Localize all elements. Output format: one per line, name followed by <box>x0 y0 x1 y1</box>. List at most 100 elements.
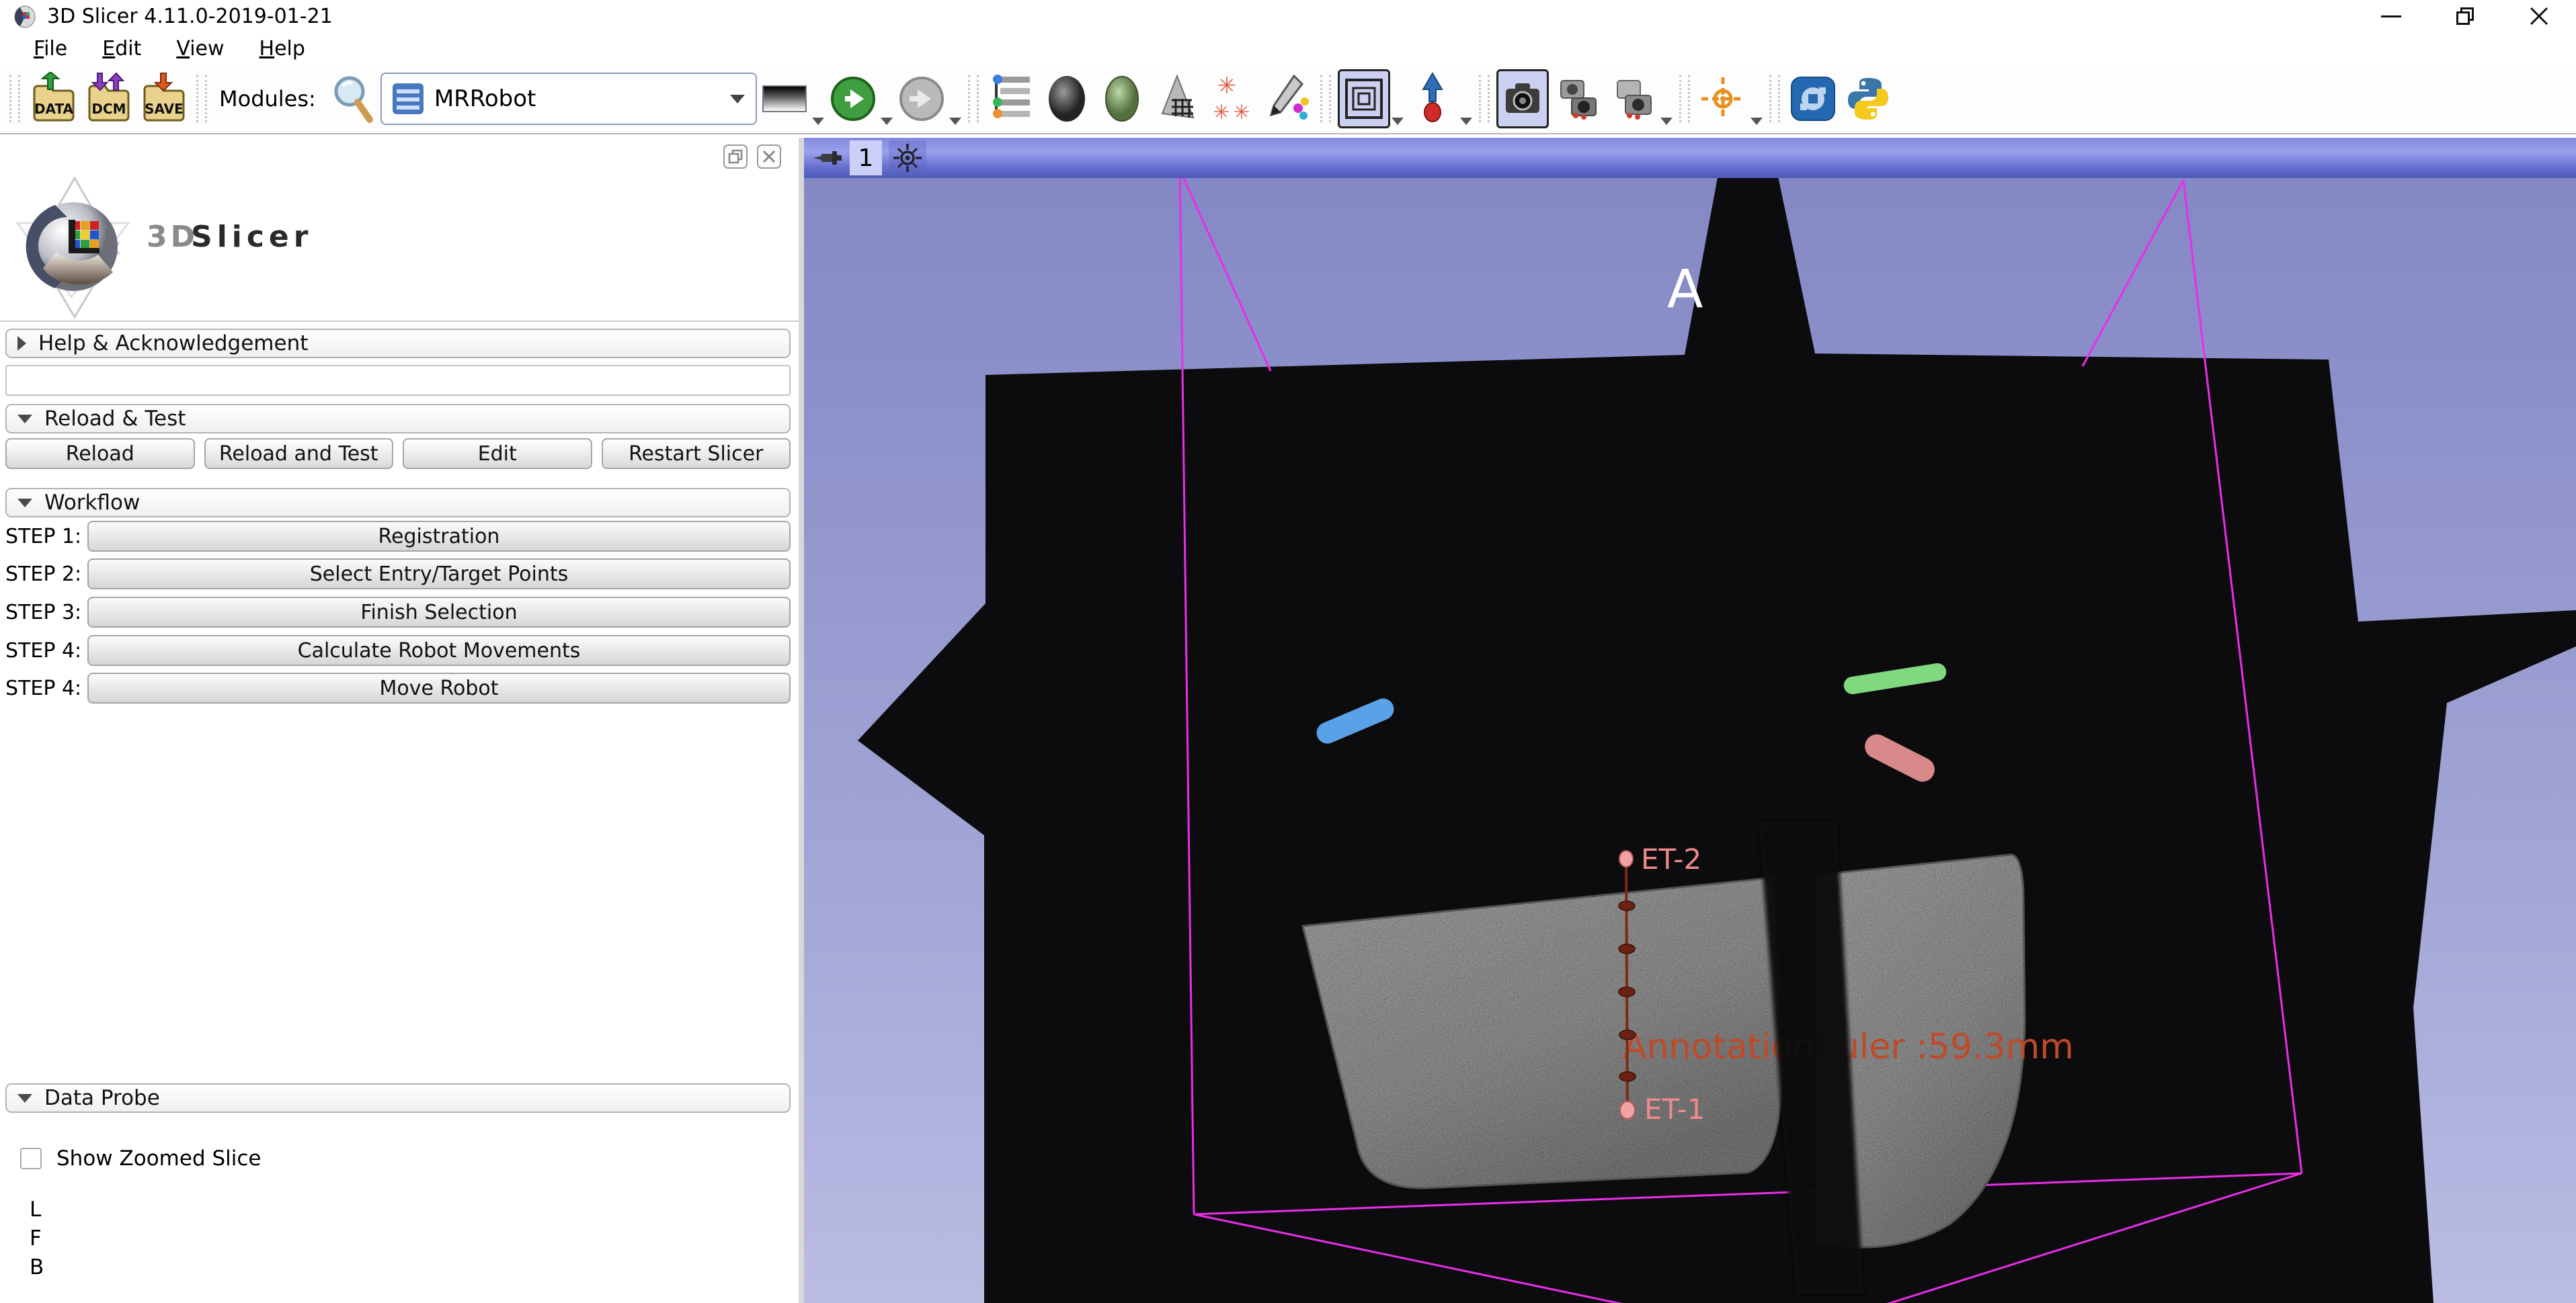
svg-text:✳: ✳ <box>1213 101 1230 124</box>
view-controls-button[interactable] <box>889 140 926 175</box>
section-help-acknowledgement[interactable]: Help & Acknowledgement <box>5 329 791 358</box>
toolbar-grip[interactable] <box>9 75 20 122</box>
scene-view-capture-button[interactable] <box>1552 69 1604 128</box>
history-forward-dropdown-arrow[interactable] <box>949 118 961 125</box>
close-panel-icon <box>762 149 776 164</box>
forward-arrow-icon <box>897 75 946 123</box>
markups-button[interactable]: ✳ ✳ ✳ <box>1206 69 1258 128</box>
volumes-button[interactable] <box>1041 69 1093 128</box>
minimize-button[interactable] <box>2354 0 2428 32</box>
entry-point-et2[interactable] <box>1619 851 1633 867</box>
layout-dropdown-arrow[interactable] <box>1392 118 1404 125</box>
volume-rendering-button[interactable] <box>1096 69 1148 128</box>
mouse-mode-dropdown-arrow[interactable] <box>1460 118 1472 125</box>
modules-label: Modules: <box>219 86 316 112</box>
window-level-button[interactable] <box>758 69 811 128</box>
volume-rendering-icon <box>1098 73 1146 124</box>
history-back-button[interactable] <box>827 69 879 128</box>
step3-label: STEP 3: <box>5 601 87 624</box>
extensions-manager-button[interactable] <box>1787 69 1839 128</box>
screenshot-button[interactable] <box>1496 69 1549 128</box>
step4-label: STEP 4: <box>5 639 87 663</box>
subject-hierarchy-icon <box>988 74 1035 124</box>
models-button[interactable] <box>1151 69 1203 128</box>
reload-button[interactable]: Reload <box>5 438 195 469</box>
menu-help[interactable]: Help <box>242 33 323 65</box>
toolbar-grip[interactable] <box>1320 75 1331 122</box>
threed-view: 1 <box>804 138 2576 1303</box>
slicer-window: 3D Slicer 4.11.0-2019-01-21 File Edit Vi… <box>0 0 2576 1303</box>
undock-icon <box>728 149 743 164</box>
extensions-icon <box>1789 75 1837 122</box>
finish-selection-button[interactable]: Finish Selection <box>87 597 791 628</box>
python-console-button[interactable] <box>1842 69 1894 128</box>
toolbar-grip[interactable] <box>1479 75 1490 122</box>
scene-view-restore-button[interactable] <box>1607 69 1659 128</box>
scene-views-dropdown-arrow[interactable] <box>1660 118 1673 125</box>
select-entry-target-button[interactable]: Select Entry/Target Points <box>87 558 791 589</box>
menu-file[interactable]: File <box>16 33 85 65</box>
undock-panel-button[interactable] <box>723 144 748 169</box>
target-point-et1[interactable] <box>1620 1101 1635 1119</box>
module-search-button[interactable] <box>327 69 379 128</box>
show-zoomed-slice-label: Show Zoomed Slice <box>56 1146 261 1171</box>
step2-label: STEP 2: <box>5 562 87 586</box>
crosshair-button[interactable] <box>1697 69 1749 128</box>
svg-text:DATA: DATA <box>34 101 74 117</box>
expanded-arrow-icon <box>17 499 32 507</box>
close-button[interactable] <box>2502 0 2576 32</box>
threed-view-header: 1 <box>804 138 2576 178</box>
collapsed-arrow-icon <box>17 336 26 351</box>
subject-hierarchy-button[interactable] <box>985 69 1038 128</box>
view-controls-crosshair-icon <box>893 143 922 173</box>
section-data-probe[interactable]: Data Probe <box>5 1083 791 1113</box>
reload-and-test-button[interactable]: Reload and Test <box>204 438 394 469</box>
expanded-arrow-icon <box>17 415 32 423</box>
edit-button[interactable]: Edit <box>403 438 592 469</box>
help-empty-box <box>5 365 791 396</box>
module-selector-value: MRRobot <box>434 85 730 112</box>
toolbar-grip[interactable] <box>196 75 207 122</box>
et1-label: ET-1 <box>1644 1093 1705 1126</box>
minimize-icon <box>2381 15 2401 17</box>
probe-layer-l: L <box>30 1197 41 1222</box>
restart-slicer-button[interactable]: Restart Slicer <box>602 438 791 469</box>
history-forward-button[interactable] <box>895 69 948 128</box>
menu-edit[interactable]: Edit <box>85 33 159 65</box>
layout-selector-button[interactable] <box>1338 69 1390 128</box>
module-selector[interactable]: MRRobot <box>380 73 757 125</box>
calculate-robot-movements-button[interactable]: Calculate Robot Movements <box>87 635 791 666</box>
pin-icon[interactable] <box>812 144 843 171</box>
panel-splitter[interactable] <box>799 138 804 1303</box>
section-workflow[interactable]: Workflow <box>5 488 791 517</box>
annotation-pencil-icon <box>1263 73 1312 124</box>
save-icon: SAVE <box>138 72 189 126</box>
close-panel-button[interactable] <box>757 144 781 169</box>
volume-sphere-icon <box>1043 73 1091 124</box>
restore-button[interactable] <box>2428 0 2502 32</box>
show-zoomed-slice-checkbox[interactable] <box>20 1148 42 1169</box>
main-toolbar: DATA DCM SAVE Modules: <box>0 65 2576 134</box>
svg-text:✳: ✳ <box>1217 73 1237 99</box>
registration-button[interactable]: Registration <box>87 521 791 552</box>
menu-view[interactable]: View <box>159 33 241 65</box>
python-icon <box>1845 75 1892 122</box>
svg-text:Slicer: Slicer <box>191 220 313 254</box>
crosshair-dropdown-arrow[interactable] <box>1750 118 1763 125</box>
toolbar-grip[interactable] <box>1679 75 1690 122</box>
move-robot-button[interactable]: Move Robot <box>87 673 791 704</box>
toolbar-grip[interactable] <box>1769 75 1780 122</box>
load-data-button[interactable]: DATA <box>27 69 79 128</box>
save-button[interactable]: SAVE <box>137 69 190 128</box>
mouse-mode-button[interactable] <box>1406 69 1459 128</box>
module-panel: 3D Slicer Help & Acknowledgement Reload … <box>0 138 799 1303</box>
window-title: 3D Slicer 4.11.0-2019-01-21 <box>47 5 333 28</box>
orientation-marker-anterior: A <box>1667 259 1703 320</box>
history-back-dropdown-arrow[interactable] <box>881 118 893 125</box>
annotations-button[interactable] <box>1261 69 1314 128</box>
threed-scene[interactable]: AnnotationRuler :59.3mm <box>804 178 2576 1303</box>
toolbar-grip[interactable] <box>968 75 979 122</box>
section-reload-test[interactable]: Reload & Test <box>5 404 791 433</box>
dicom-button[interactable]: DCM <box>82 69 134 128</box>
window-level-dropdown-arrow[interactable] <box>812 118 824 125</box>
